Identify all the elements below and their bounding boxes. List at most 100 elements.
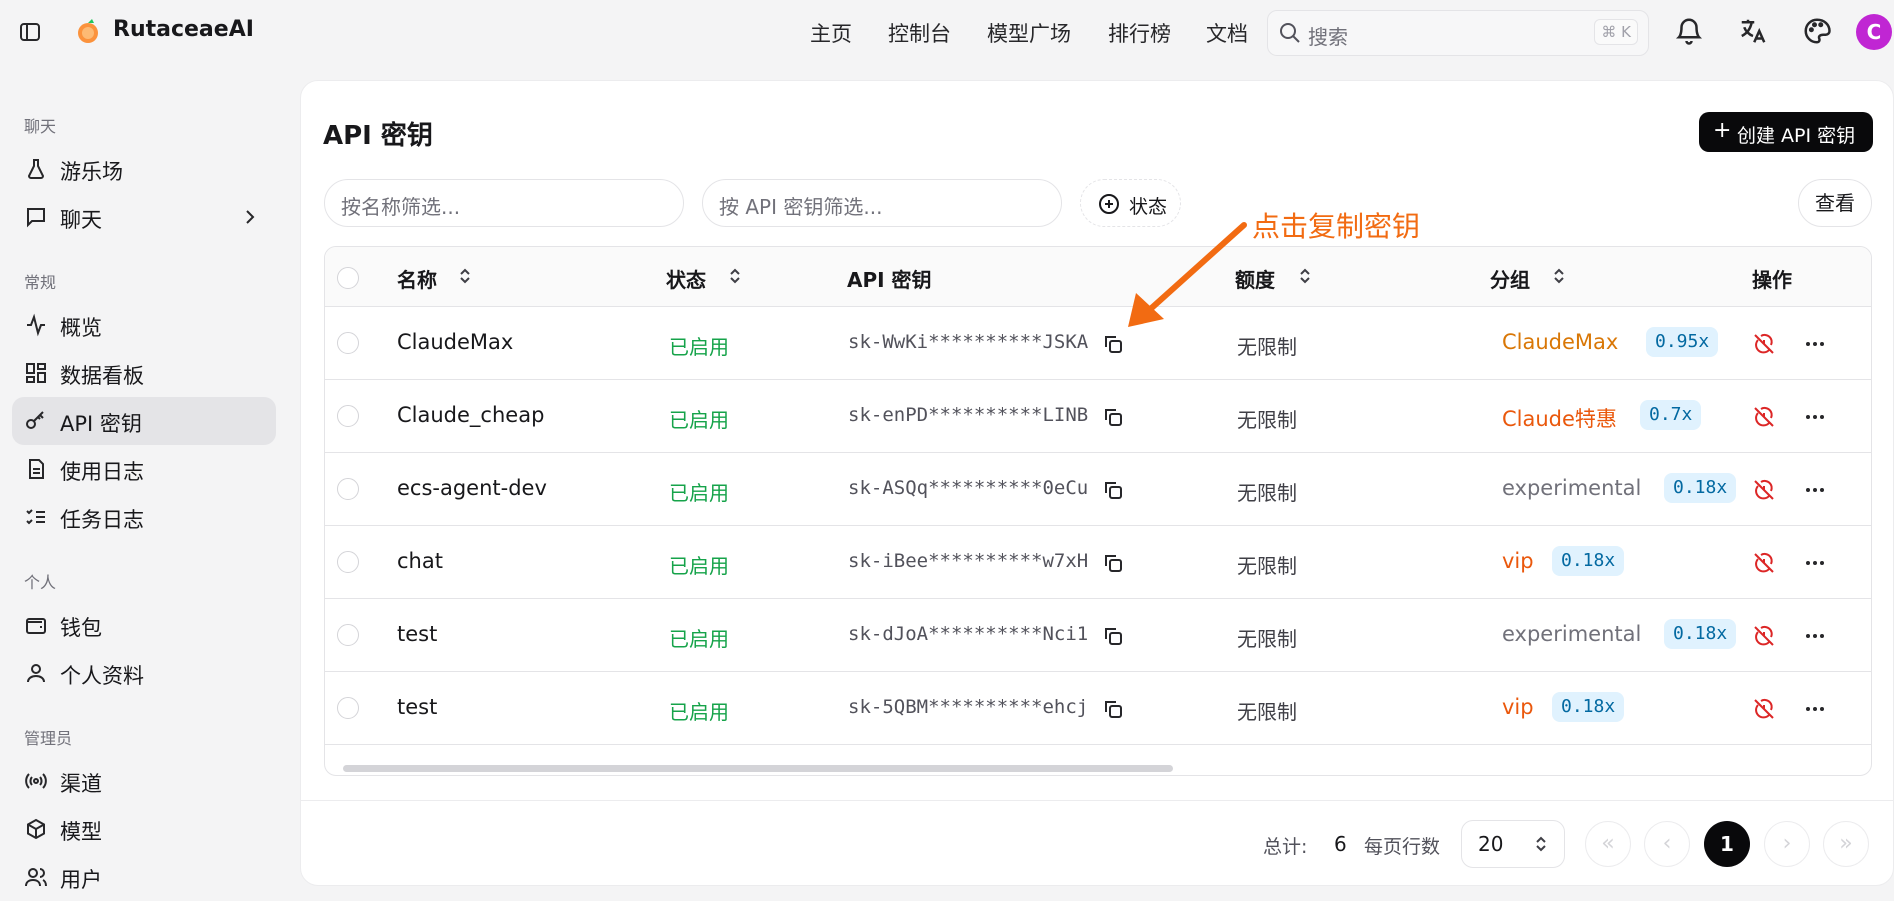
sidebar-item-label: 概览 bbox=[60, 316, 102, 340]
api-key-value: sk-enPD**********LINB bbox=[848, 404, 1089, 426]
more-horizontal-icon[interactable] bbox=[1803, 480, 1827, 500]
status-badge: 已启用 bbox=[669, 408, 729, 432]
nav-docs[interactable]: 文档 bbox=[1206, 18, 1248, 48]
copy-icon[interactable] bbox=[1101, 332, 1125, 356]
brand-name[interactable]: RutaceaeAI bbox=[113, 17, 254, 42]
sidebar-item-users[interactable]: 用户 bbox=[12, 853, 276, 901]
user-icon bbox=[27, 664, 45, 683]
column-group[interactable]: 分组 bbox=[1490, 264, 1530, 293]
more-horizontal-icon[interactable] bbox=[1803, 699, 1827, 719]
disable-icon[interactable] bbox=[1752, 697, 1776, 721]
column-status[interactable]: 状态 bbox=[666, 264, 706, 293]
disable-icon[interactable] bbox=[1752, 624, 1776, 648]
disable-icon[interactable] bbox=[1752, 332, 1776, 356]
prev-page-button[interactable]: ‹ bbox=[1644, 821, 1690, 867]
table-row: test 已启用 sk-dJoA**********Nci1 无限制 experimen… bbox=[325, 599, 1871, 672]
group-name: ClaudeMax bbox=[1502, 330, 1619, 354]
first-page-button[interactable]: « bbox=[1585, 821, 1631, 867]
sidebar-item-profile[interactable]: 个人资料 bbox=[12, 649, 276, 697]
flask-icon bbox=[27, 159, 45, 179]
more-horizontal-icon[interactable] bbox=[1803, 407, 1827, 427]
users-icon bbox=[25, 868, 47, 887]
nav-leaderboard[interactable]: 排行榜 bbox=[1108, 18, 1171, 48]
last-page-button[interactable]: » bbox=[1823, 821, 1869, 867]
row-checkbox[interactable] bbox=[337, 551, 359, 573]
sidebar-item-usage-logs[interactable]: 使用日志 bbox=[12, 445, 276, 493]
column-name[interactable]: 名称 bbox=[397, 264, 437, 293]
name-filter-input[interactable]: 按名称筛选... bbox=[324, 179, 684, 227]
more-horizontal-icon[interactable] bbox=[1803, 626, 1827, 646]
disable-icon[interactable] bbox=[1752, 551, 1776, 575]
group-ratio-badge: 0.18x bbox=[1664, 619, 1737, 649]
disable-icon[interactable] bbox=[1752, 405, 1776, 429]
avatar[interactable]: C bbox=[1856, 14, 1892, 50]
row-checkbox[interactable] bbox=[337, 624, 359, 646]
sidebar-item-wallet[interactable]: 钱包 bbox=[12, 601, 276, 649]
create-button-label: 创建 API 密钥 bbox=[1737, 125, 1856, 147]
select-all-checkbox[interactable] bbox=[337, 267, 359, 289]
rows-per-page-select[interactable]: 20 bbox=[1461, 820, 1565, 868]
copy-icon[interactable] bbox=[1101, 624, 1125, 648]
layout-grid-icon bbox=[26, 363, 46, 383]
sidebar-item-api-keys[interactable]: API 密钥 bbox=[12, 397, 276, 445]
sidebar-item-label: 任务日志 bbox=[60, 508, 144, 532]
disable-icon[interactable] bbox=[1752, 478, 1776, 502]
key-filter-placeholder: 按 API 密钥筛选... bbox=[719, 195, 883, 219]
current-page-button[interactable]: 1 bbox=[1704, 821, 1750, 867]
row-checkbox[interactable] bbox=[337, 405, 359, 427]
bell-icon[interactable] bbox=[1674, 16, 1704, 46]
total-label: 总计: bbox=[1263, 836, 1308, 858]
sort-icon[interactable] bbox=[1295, 266, 1315, 286]
copy-icon[interactable] bbox=[1101, 551, 1125, 575]
sidebar-item-channels[interactable]: 渠道 bbox=[12, 757, 276, 805]
nav-model-plaza[interactable]: 模型广场 bbox=[987, 18, 1071, 48]
group-ratio-badge: 0.18x bbox=[1552, 546, 1625, 576]
column-api-key: API 密钥 bbox=[847, 268, 932, 292]
group-name: vip bbox=[1502, 549, 1534, 573]
row-checkbox[interactable] bbox=[337, 697, 359, 719]
orange-logo-icon[interactable] bbox=[74, 17, 102, 45]
copy-icon[interactable] bbox=[1101, 697, 1125, 721]
key-filter-input[interactable]: 按 API 密钥筛选... bbox=[702, 179, 1062, 227]
sidebar-item-label: 个人资料 bbox=[60, 664, 144, 688]
row-checkbox[interactable] bbox=[337, 478, 359, 500]
search-input[interactable]: 搜索 ⌘ K bbox=[1267, 10, 1649, 56]
wallet-icon bbox=[26, 618, 46, 634]
more-horizontal-icon[interactable] bbox=[1803, 553, 1827, 573]
box-icon bbox=[27, 818, 45, 840]
more-horizontal-icon[interactable] bbox=[1803, 334, 1827, 354]
sidebar-item-label: 模型 bbox=[60, 820, 102, 844]
sidebar-item-label: 使用日志 bbox=[60, 460, 144, 484]
copy-icon[interactable] bbox=[1101, 405, 1125, 429]
sidebar-item-chat[interactable]: 聊天 bbox=[12, 193, 276, 241]
palette-icon[interactable] bbox=[1802, 16, 1832, 46]
table-header: 名称 状态 API 密钥 额度 分组 操作 bbox=[325, 247, 1871, 307]
table-row: Claude_cheap 已启用 sk-enPD**********LINB 无限制 C… bbox=[325, 380, 1871, 453]
sidebar-toggle-icon[interactable] bbox=[18, 20, 42, 44]
nav-home[interactable]: 主页 bbox=[810, 18, 852, 48]
translate-icon[interactable] bbox=[1738, 16, 1768, 46]
sort-icon[interactable] bbox=[725, 266, 745, 286]
sidebar-item-task-logs[interactable]: 任务日志 bbox=[12, 493, 276, 541]
next-page-button[interactable]: › bbox=[1764, 821, 1810, 867]
list-checks-icon bbox=[26, 509, 45, 525]
row-checkbox[interactable] bbox=[337, 332, 359, 354]
group-ratio-badge: 0.95x bbox=[1646, 327, 1719, 357]
nav-console[interactable]: 控制台 bbox=[888, 18, 951, 48]
page-title: API 密钥 bbox=[323, 121, 433, 151]
sidebar-item-playground[interactable]: 游乐场 bbox=[12, 145, 276, 193]
horizontal-scrollbar[interactable] bbox=[343, 765, 1173, 772]
api-key-value: sk-WwKi**********JSKA bbox=[848, 331, 1089, 353]
sort-icon[interactable] bbox=[455, 266, 475, 286]
copy-icon[interactable] bbox=[1101, 478, 1125, 502]
sidebar-item-dashboard[interactable]: 数据看板 bbox=[12, 349, 276, 397]
group-name: experimental bbox=[1502, 622, 1642, 646]
sort-icon[interactable] bbox=[1549, 266, 1569, 286]
api-key-value: sk-5QBM**********ehcj bbox=[848, 696, 1089, 718]
sidebar-item-models[interactable]: 模型 bbox=[12, 805, 276, 853]
sidebar-item-overview[interactable]: 概览 bbox=[12, 301, 276, 349]
quota-value: 无限制 bbox=[1237, 554, 1297, 578]
create-api-key-button[interactable]: + 创建 API 密钥 bbox=[1699, 112, 1873, 152]
search-placeholder: 搜索 bbox=[1308, 25, 1348, 49]
view-button[interactable]: 查看 bbox=[1798, 179, 1872, 227]
